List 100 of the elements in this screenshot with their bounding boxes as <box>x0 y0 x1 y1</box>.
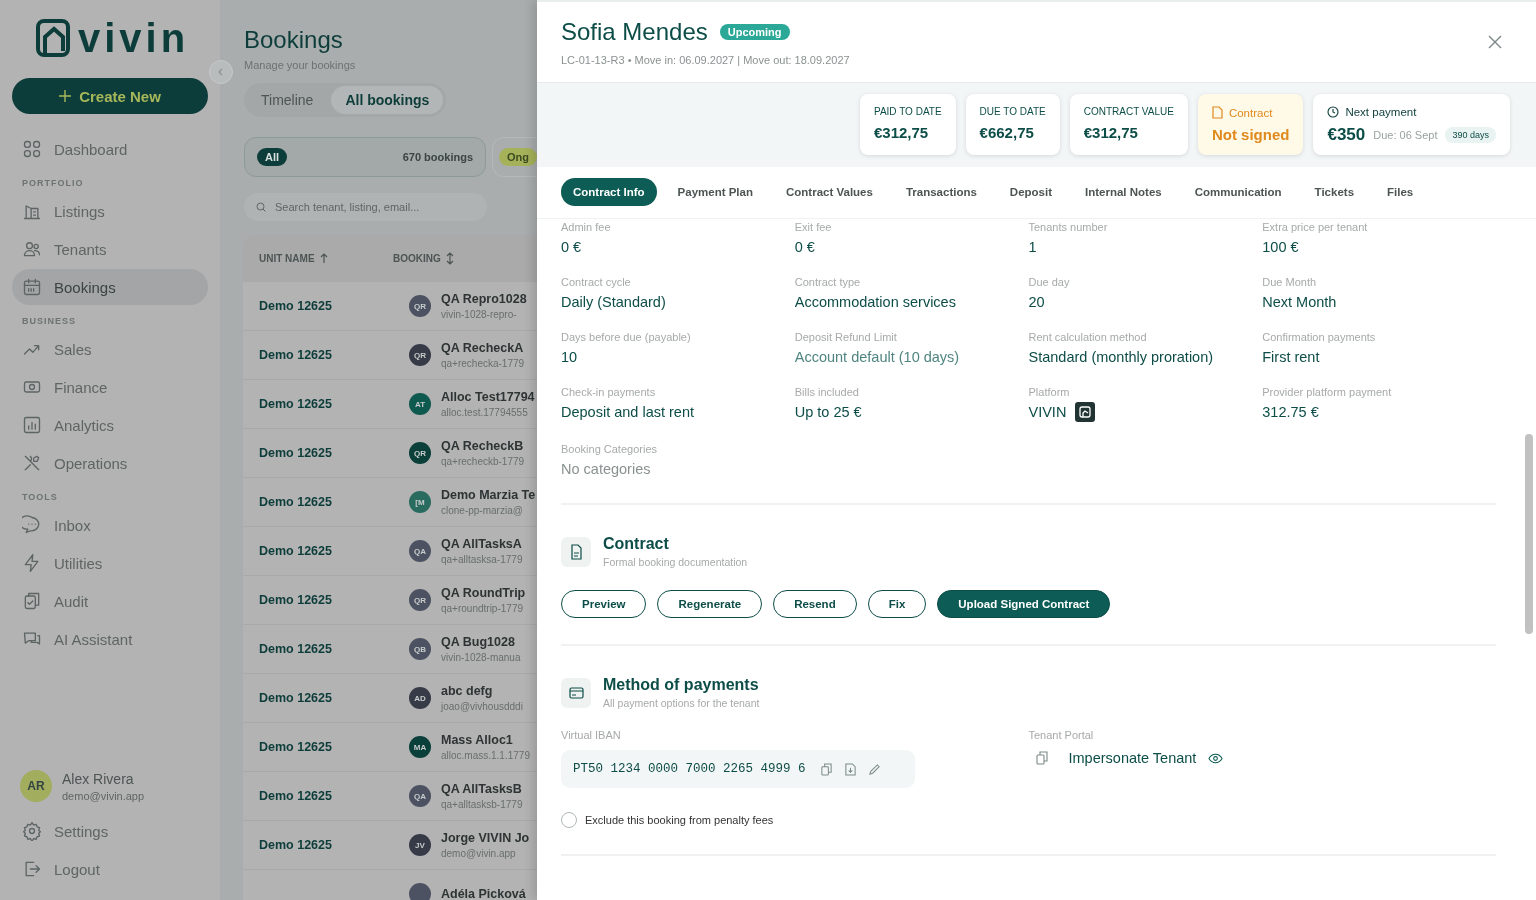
contract-action-button[interactable]: Fix <box>867 590 927 618</box>
field-value: 1 <box>1028 239 1038 255</box>
booking-details: LC-01-13-R3 • Move in: 06.09.2027 | Move out: 18.09.2027 <box>561 54 850 66</box>
tenant-avatar: QB <box>409 638 431 660</box>
tab[interactable]: Communication <box>1182 178 1294 206</box>
unit-name: Demo 12625 <box>258 446 333 460</box>
field-value: Daily (Standard) <box>561 294 667 310</box>
filter-card[interactable]: Ong <box>492 137 537 177</box>
tenant-name: QA RoundTrip <box>441 586 526 600</box>
tab[interactable]: Deposit <box>997 178 1065 206</box>
tenant-avatar: QR <box>409 344 431 366</box>
nav-item[interactable]: Settings <box>12 813 208 849</box>
user-name: Alex Rivera <box>62 770 135 787</box>
contract-action-button[interactable]: Resend <box>773 590 857 618</box>
iban-value: PT50 1234 0000 7000 2265 4999 6 <box>573 762 806 776</box>
field-value: Deposit and last rent <box>561 404 695 420</box>
column-header[interactable]: BOOKING <box>393 252 441 264</box>
field-label: Contract cycle <box>561 276 632 288</box>
unit-name: Demo 12625 <box>258 299 333 313</box>
field-label: Exit fee <box>794 221 833 233</box>
tab[interactable]: Files <box>1375 178 1426 206</box>
logo-text: vivin <box>78 18 190 58</box>
view-tab[interactable]: Timeline <box>247 86 328 114</box>
unit-name: Demo 12625 <box>258 838 333 852</box>
tenant-avatar: QR <box>409 295 431 317</box>
field-label: Booking Categories <box>561 443 658 455</box>
tenant-name: QA Bug1028 <box>441 635 516 649</box>
nav-item[interactable]: Inbox <box>12 507 208 543</box>
booking-count: 670 bookings <box>402 151 473 163</box>
tenant-avatar: QA <box>409 785 431 807</box>
tenant-email: qa+alltasksb-1779 <box>441 799 523 810</box>
tenant-name: QA RecheckB <box>441 439 525 453</box>
tenant-email: qa+alltasksa-1779 <box>441 554 523 565</box>
days-badge: 390 days <box>1445 127 1496 143</box>
column-header[interactable]: UNIT NAME <box>259 252 315 264</box>
field-label: Days before due (payable) <box>561 331 692 343</box>
nav-item[interactable]: Audit <box>12 583 208 619</box>
field-value: No categories <box>561 461 652 477</box>
field-value: 0 € <box>561 239 583 255</box>
unit-name: Demo 12625 <box>258 740 333 754</box>
tenant-name: QA AllTasksA <box>441 537 523 551</box>
tenant-email: clone-pp-marzia@ <box>441 505 524 516</box>
user-email: demo@vivin.app <box>62 789 145 802</box>
tenant-avatar: JV <box>409 834 431 856</box>
section-heading: BUSINESS <box>21 315 77 328</box>
tenant-email: qa+roundtrip-1779 <box>441 603 524 614</box>
tenant-name: Demo Marzia Te <box>441 488 536 502</box>
tenant-name: Adéla Picková <box>441 887 526 900</box>
tenant-email: alloc.test.17794555 <box>441 407 529 418</box>
contract-action-button[interactable]: Upload Signed Contract <box>937 590 1111 618</box>
filter-card[interactable]: All 670 bookings <box>244 137 486 177</box>
impersonate-link[interactable]: Impersonate Tenant <box>1068 750 1197 766</box>
nav-item[interactable]: Listings <box>12 193 208 229</box>
tab[interactable]: Payment Plan <box>665 178 765 206</box>
create-new-button[interactable]: Create New <box>12 78 208 114</box>
view-tab[interactable]: All bookings <box>331 86 444 114</box>
tenant-avatar: AD <box>409 687 431 709</box>
nav-item[interactable]: Operations <box>12 445 208 481</box>
nav-item[interactable]: Bookings <box>12 269 208 305</box>
tab[interactable]: Tickets <box>1302 178 1367 206</box>
field-label: Rent calculation method <box>1028 331 1148 343</box>
field-label: Tenants number <box>1028 221 1109 233</box>
nav-item[interactable]: Sales <box>12 331 208 367</box>
contract-action-button[interactable]: Preview <box>561 590 647 618</box>
unit-name: Demo 12625 <box>258 495 333 509</box>
field-value: 312.75 € <box>1262 404 1320 420</box>
field-label: Deposit Refund Limit <box>794 331 898 343</box>
tenant-name: QA RecheckA <box>441 341 525 355</box>
nav-item[interactable]: Tenants <box>12 231 208 267</box>
tenant-avatar: [M <box>409 491 431 513</box>
tenant-name: abc defg <box>441 684 494 698</box>
search-field[interactable]: Search tenant, listing, email... <box>244 193 487 221</box>
tenant-email: qa+rechecka-1779 <box>441 358 525 369</box>
status-badge: Upcoming <box>719 24 790 40</box>
tab[interactable]: Contract Values <box>774 178 885 206</box>
field-label: Provider platform payment <box>1262 386 1393 398</box>
tab[interactable]: Transactions <box>893 178 989 206</box>
tenant-name: Jorge VIVIN Jo <box>441 831 530 845</box>
nav-item[interactable]: Logout <box>12 851 208 887</box>
tab[interactable]: Contract Info <box>561 178 657 206</box>
stat-value: €312,75 <box>874 124 930 141</box>
nav-item[interactable]: AI Assistant <box>12 621 208 657</box>
stat-label: DUE TO DATE <box>979 106 1046 117</box>
nav-item[interactable]: Dashboard <box>12 131 208 167</box>
page-title: Bookings <box>244 26 344 54</box>
unit-name: Demo 12625 <box>258 642 333 656</box>
section-title: Contract <box>603 535 670 553</box>
nav-item[interactable]: Utilities <box>12 545 208 581</box>
field-label: Confirmation payments <box>1262 331 1377 343</box>
tenant-name: Mass Alloc1 <box>441 733 514 747</box>
tenant-avatar: QR <box>409 589 431 611</box>
field-value: 0 € <box>794 239 816 255</box>
unit-name: Demo 12625 <box>258 397 333 411</box>
field-value: First rent <box>1262 349 1321 365</box>
contract-action-button[interactable]: Regenerate <box>657 590 763 618</box>
nav-item[interactable]: Finance <box>12 369 208 405</box>
nav-item[interactable]: Analytics <box>12 407 208 443</box>
due-date: Due: 06 Sept <box>1373 129 1438 141</box>
tab[interactable]: Internal Notes <box>1073 178 1174 206</box>
stat-label: Contract <box>1228 106 1273 119</box>
